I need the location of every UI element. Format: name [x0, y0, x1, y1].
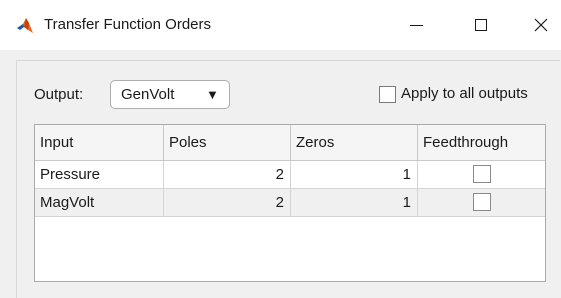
maximize-button[interactable] — [458, 0, 504, 50]
output-label: Output: — [34, 86, 84, 103]
column-header-poles[interactable]: Poles — [164, 125, 291, 160]
close-button[interactable] — [518, 0, 561, 50]
output-selected-value: GenVolt — [121, 86, 175, 103]
close-icon — [534, 18, 548, 32]
feedthrough-checkbox[interactable] — [473, 165, 491, 183]
cell-zeros[interactable]: 1 — [291, 161, 418, 188]
matlab-logo-icon — [17, 18, 33, 33]
maximize-icon — [475, 19, 487, 31]
column-header-feedthrough[interactable]: Feedthrough — [418, 125, 545, 160]
output-dropdown[interactable]: GenVolt ▼ — [110, 80, 230, 109]
orders-table: Input Poles Zeros Feedthrough Pressure 2… — [34, 124, 546, 282]
table-header: Input Poles Zeros Feedthrough — [35, 125, 545, 161]
cell-feedthrough — [418, 189, 545, 216]
window-title: Transfer Function Orders — [44, 16, 211, 33]
minimize-button[interactable] — [393, 0, 439, 50]
column-header-zeros[interactable]: Zeros — [291, 125, 418, 160]
apply-to-all-label[interactable]: Apply to all outputs — [401, 85, 528, 102]
feedthrough-checkbox[interactable] — [473, 193, 491, 211]
cell-poles[interactable]: 2 — [164, 161, 291, 188]
cell-feedthrough — [418, 161, 545, 188]
table-row: MagVolt 2 1 — [35, 189, 545, 217]
cell-zeros[interactable]: 1 — [291, 189, 418, 216]
transfer-function-orders-window: Transfer Function Orders Output: GenVolt… — [0, 0, 561, 298]
column-header-input[interactable]: Input — [35, 125, 164, 160]
title-bar[interactable]: Transfer Function Orders — [0, 0, 561, 50]
dropdown-arrow-icon: ▼ — [206, 87, 219, 102]
minimize-icon — [409, 24, 423, 26]
cell-poles[interactable]: 2 — [164, 189, 291, 216]
cell-input[interactable]: MagVolt — [35, 189, 164, 216]
apply-to-all-checkbox[interactable] — [379, 86, 396, 103]
cell-input[interactable]: Pressure — [35, 161, 164, 188]
table-row: Pressure 2 1 — [35, 161, 545, 189]
